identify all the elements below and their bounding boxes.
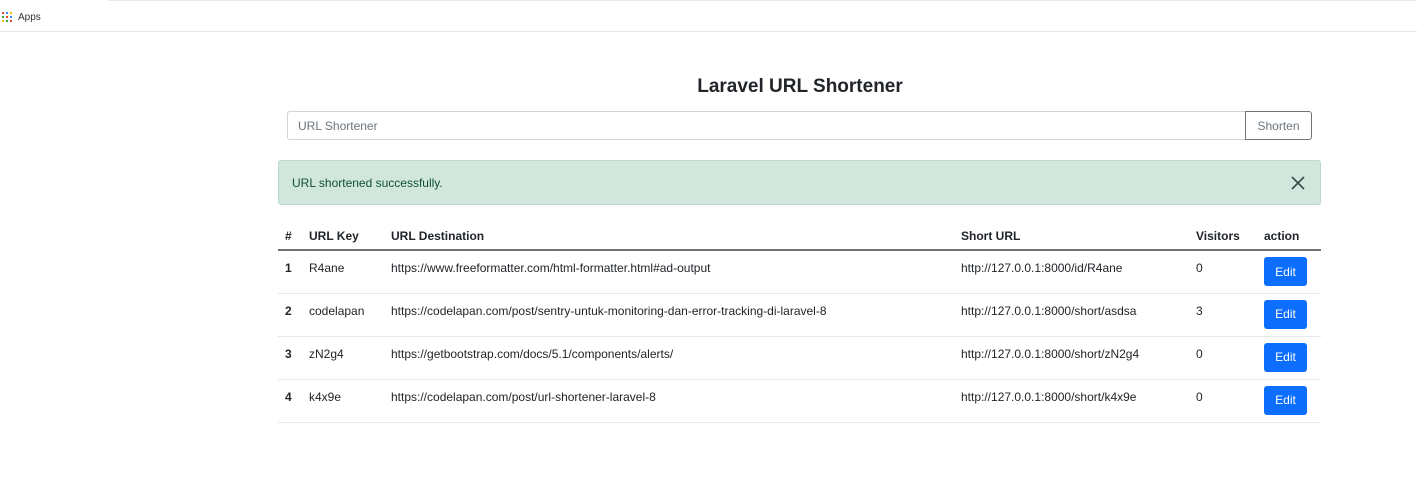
edit-button[interactable]: Edit — [1264, 342, 1307, 372]
page-title: Laravel URL Shortener — [697, 76, 903, 97]
bookmarks-bar: Apps — [0, 0, 1417, 32]
row-number: 4 — [278, 379, 302, 423]
url-input[interactable] — [287, 111, 1245, 140]
table-row: 4 k4x9e https://codelapan.com/post/url-s… — [278, 379, 1321, 423]
visitors-count: 0 — [1189, 250, 1257, 294]
url-destination: https://codelapan.com/post/sentry-untuk-… — [384, 293, 954, 337]
tab-strip-border — [108, 0, 1417, 1]
action-cell: Edit — [1257, 336, 1321, 380]
row-number: 3 — [278, 336, 302, 380]
row-number: 1 — [278, 250, 302, 294]
url-destination: https://codelapan.com/post/url-shortener… — [384, 379, 954, 423]
url-destination: https://getbootstrap.com/docs/5.1/compon… — [384, 336, 954, 380]
table-header-row: # URL Key URL Destination Short URL Visi… — [278, 222, 1321, 251]
url-key: zN2g4 — [302, 336, 384, 380]
col-header-url-key: URL Key — [302, 222, 384, 251]
col-header-short-url: Short URL — [954, 222, 1189, 251]
col-header-visitors: Visitors — [1189, 222, 1257, 251]
table-row: 1 R4ane https://www.freeformatter.com/ht… — [278, 250, 1321, 294]
url-key: k4x9e — [302, 379, 384, 423]
alert-message: URL shortened successfully. — [292, 175, 443, 190]
url-key: codelapan — [302, 293, 384, 337]
shorten-form: Shorten — [287, 111, 1312, 140]
col-header-action: action — [1257, 222, 1321, 251]
action-cell: Edit — [1257, 379, 1321, 423]
apps-bookmark[interactable]: Apps — [2, 10, 41, 24]
short-url: http://127.0.0.1:8000/short/asdsa — [954, 293, 1189, 337]
short-url: http://127.0.0.1:8000/short/k4x9e — [954, 379, 1189, 423]
success-alert: URL shortened successfully. — [278, 160, 1321, 205]
short-url: http://127.0.0.1:8000/id/R4ane — [954, 250, 1189, 294]
visitors-count: 0 — [1189, 336, 1257, 380]
action-cell: Edit — [1257, 250, 1321, 294]
apps-label: Apps — [18, 11, 41, 23]
action-cell: Edit — [1257, 293, 1321, 337]
visitors-count: 0 — [1189, 379, 1257, 423]
visitors-count: 3 — [1189, 293, 1257, 337]
row-number: 2 — [278, 293, 302, 337]
table-row: 2 codelapan https://codelapan.com/post/s… — [278, 293, 1321, 337]
apps-grid-icon — [2, 12, 12, 22]
url-destination: https://www.freeformatter.com/html-forma… — [384, 250, 954, 294]
edit-button[interactable]: Edit — [1264, 257, 1307, 286]
url-key: R4ane — [302, 250, 384, 294]
edit-button[interactable]: Edit — [1264, 385, 1307, 415]
urls-table: # URL Key URL Destination Short URL Visi… — [278, 222, 1321, 423]
edit-button[interactable]: Edit — [1264, 299, 1307, 329]
short-url: http://127.0.0.1:8000/short/zN2g4 — [954, 336, 1189, 380]
shorten-button[interactable]: Shorten — [1245, 111, 1312, 140]
close-icon[interactable] — [1289, 174, 1307, 192]
col-header-num: # — [278, 222, 302, 251]
table-row: 3 zN2g4 https://getbootstrap.com/docs/5.… — [278, 336, 1321, 380]
col-header-url-destination: URL Destination — [384, 222, 954, 251]
